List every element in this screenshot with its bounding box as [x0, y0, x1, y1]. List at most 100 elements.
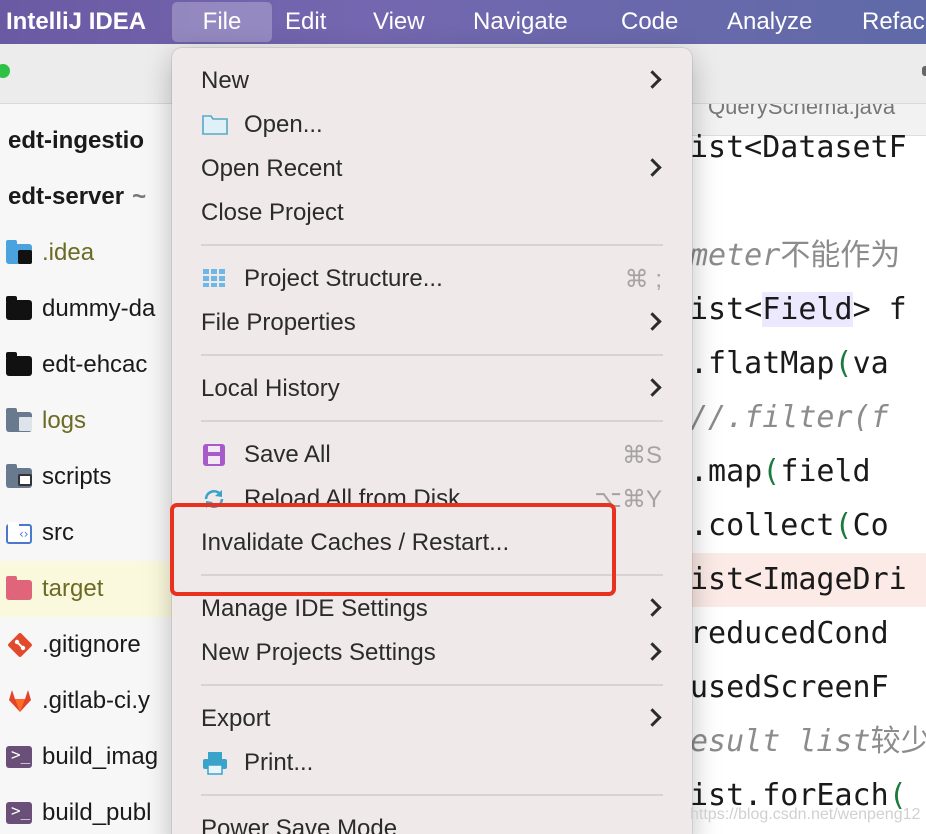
chevron-right-icon: [643, 312, 662, 331]
printer-icon: [202, 751, 228, 775]
code-line: ist<DatasetF: [690, 130, 907, 165]
folder-icon: [6, 352, 36, 377]
tree-item-edt-ehcache[interactable]: edt-ehcac: [0, 337, 190, 393]
menu-separator: [201, 684, 663, 686]
gitlab-icon: [6, 689, 36, 713]
menu-file[interactable]: File: [172, 2, 272, 42]
tree-item-build-publish[interactable]: >_ build_publ: [0, 785, 190, 834]
folder-icon: [6, 576, 36, 601]
menu-item-close-project[interactable]: Close Project: [172, 191, 692, 235]
tree-item-label: build_imag: [42, 743, 159, 770]
tree-item-target[interactable]: target: [0, 561, 190, 617]
watermark: https://blog.csdn.net/wenpeng12: [690, 806, 921, 823]
menu-view[interactable]: View: [373, 0, 425, 44]
tree-item-label: edt-ehcac: [42, 351, 148, 378]
tree-item-build-image[interactable]: >_ build_imag: [0, 729, 190, 785]
menu-item-label: Project Structure...: [244, 265, 443, 292]
menu-item-power-save-mode[interactable]: Power Save Mode: [172, 807, 692, 834]
git-icon: [6, 633, 36, 657]
menu-item-label: Open Recent: [201, 155, 343, 182]
idea-folder-icon: [6, 240, 36, 265]
menu-bar: IntelliJ IDEA File Edit View Navigate Co…: [0, 0, 926, 44]
menu-item-label: Open...: [244, 111, 323, 138]
menu-item-open[interactable]: Open...: [172, 103, 692, 147]
chevron-right-icon: [643, 642, 662, 661]
code-line: ist<ImageDri: [690, 553, 926, 607]
menu-separator: [201, 244, 663, 246]
menu-item-save-all[interactable]: Save All ⌘S: [172, 433, 692, 477]
menu-item-label: New: [201, 67, 250, 94]
tree-item-label: edt-server: [8, 183, 125, 210]
app-menu[interactable]: IntelliJ IDEA: [6, 0, 146, 44]
menu-item-label: File Properties: [201, 309, 356, 336]
menu-item-shortcut: ⌘ ;: [624, 265, 662, 293]
menu-analyze[interactable]: Analyze: [727, 0, 812, 44]
folder-icon: [6, 296, 36, 321]
chevron-right-icon: [643, 708, 662, 727]
tree-item-label: dummy-da: [42, 295, 156, 322]
menu-item-print[interactable]: Print...: [172, 741, 692, 785]
chevron-right-icon: [643, 378, 662, 397]
menu-item-local-history[interactable]: Local History: [172, 367, 692, 411]
code-editor[interactable]: QuerySchema.java ist<DatasetF meter不能作为 …: [690, 104, 926, 834]
folder-icon: [6, 464, 36, 489]
editor-tab[interactable]: QuerySchema.java: [708, 104, 895, 120]
menu-item-file-properties[interactable]: File Properties: [172, 301, 692, 345]
tree-item-logs[interactable]: logs: [0, 393, 190, 449]
menu-refactor[interactable]: Refac: [862, 0, 925, 44]
chevron-right-icon: [643, 70, 662, 89]
project-tree: edt-ingestio edt-server ~ .idea dummy-da…: [0, 104, 190, 834]
source-folder-icon: ‹›: [6, 521, 36, 545]
menu-item-label: Save All: [244, 441, 331, 468]
menu-item-open-recent[interactable]: Open Recent: [172, 147, 692, 191]
tree-item-edt-ingestion[interactable]: edt-ingestio: [0, 113, 190, 169]
menu-item-label: Print...: [244, 749, 314, 776]
tree-item-src[interactable]: ‹› src: [0, 505, 190, 561]
menu-item-export[interactable]: Export: [172, 697, 692, 741]
menu-navigate[interactable]: Navigate: [473, 0, 568, 44]
tree-item-scripts[interactable]: scripts: [0, 449, 190, 505]
code-line: usedScreenF: [690, 670, 889, 705]
menu-item-shortcut: ⌘S: [621, 441, 662, 469]
tree-item-label: scripts: [42, 463, 112, 490]
code-comment: esult list较少: [690, 724, 926, 759]
excluded-folder-icon: [6, 408, 36, 433]
tree-item-edt-server[interactable]: edt-server ~: [0, 169, 190, 225]
tree-item-gitignore[interactable]: .gitignore: [0, 617, 190, 673]
menu-item-label: New Projects Settings: [201, 639, 436, 666]
code-line: .flatMap(va: [690, 346, 889, 381]
code-line: ist<Field> f: [690, 292, 907, 327]
menu-item-new[interactable]: New: [172, 59, 692, 103]
tree-item-label: .gitlab-ci.y: [42, 687, 151, 714]
project-structure-icon: [202, 267, 228, 291]
menu-item-label: Local History: [201, 375, 340, 402]
menu-item-new-projects-settings[interactable]: New Projects Settings: [172, 631, 692, 675]
menu-edit[interactable]: Edit: [285, 0, 326, 44]
folder-icon: [202, 113, 228, 137]
shell-script-icon: >_: [6, 801, 36, 825]
code-comment: meter不能作为: [690, 238, 901, 273]
code-line: .map(field: [690, 454, 871, 489]
tree-item-label: build_publ: [42, 799, 152, 826]
code-line: reducedCond: [690, 616, 889, 651]
menu-separator: [201, 420, 663, 422]
chevron-right-icon: [643, 598, 662, 617]
tree-item-dummy-data[interactable]: dummy-da: [0, 281, 190, 337]
zoom-window-button[interactable]: [0, 64, 10, 78]
tree-item-gitlab-ci[interactable]: .gitlab-ci.y: [0, 673, 190, 729]
toolbar-overflow-icon[interactable]: [922, 66, 926, 76]
tree-item-label: target: [42, 575, 104, 602]
menu-code[interactable]: Code: [621, 0, 678, 44]
tree-item-label: src: [42, 519, 74, 546]
menu-item-label: Export: [201, 705, 271, 732]
file-menu-dropdown: New Open... Open Recent Close Project Pr…: [172, 48, 692, 834]
code-comment: //.filter(f: [690, 400, 889, 435]
menu-separator: [201, 794, 663, 796]
tree-item-label: .gitignore: [42, 631, 141, 658]
menu-item-label: Close Project: [201, 199, 344, 226]
menu-item-label: Manage IDE Settings: [201, 595, 428, 622]
save-icon: [202, 443, 228, 467]
highlight-annotation-box: [170, 503, 616, 596]
menu-item-project-structure[interactable]: Project Structure... ⌘ ;: [172, 257, 692, 301]
tree-item-idea[interactable]: .idea: [0, 225, 190, 281]
